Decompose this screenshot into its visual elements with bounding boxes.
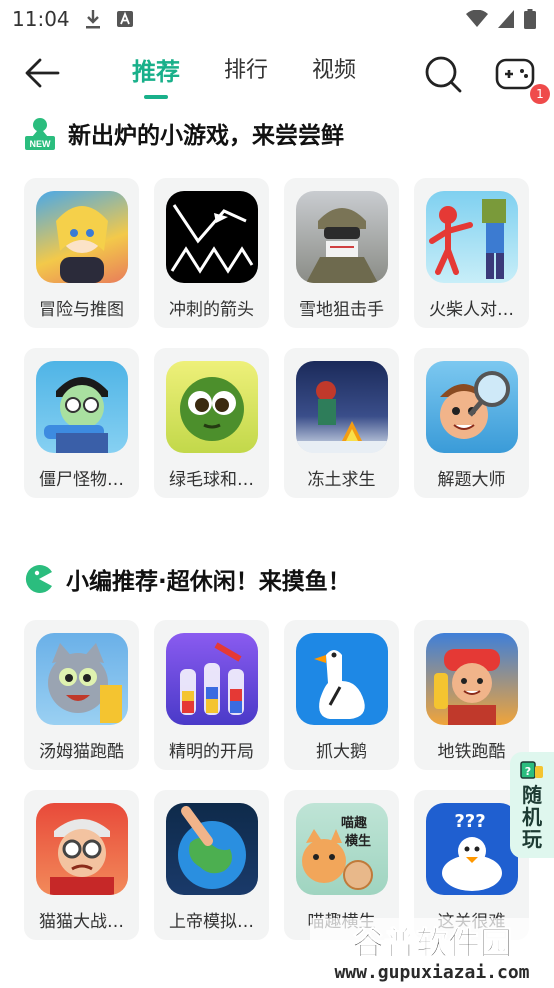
game-icon [165,803,258,895]
pacman-icon [25,565,52,593]
game-name: 冲刺的箭头 [169,300,254,320]
status-time: 11:04 [12,7,70,31]
game-icon [35,191,128,283]
game-card[interactable]: 僵尸怪物… [24,348,139,498]
game-card[interactable]: 上帝模拟… [154,790,269,940]
game-card[interactable]: 绿毛球和… [154,348,269,498]
new-badge-icon: NEW [25,118,55,150]
svg-text:???: ??? [454,811,485,832]
tab-recommend[interactable]: 推荐 [132,52,180,99]
game-card[interactable]: 火柴人对… [414,178,529,328]
random-dice-icon: ? [520,761,543,779]
back-arrow-icon [25,58,60,88]
game-card[interactable]: 冲刺的箭头 [154,178,269,328]
game-icon [295,633,388,725]
svg-text:横生: 横生 [344,833,370,849]
game-icon: 喵趣横生 [295,803,388,895]
game-name: 火柴人对… [429,300,514,320]
tab-ranking[interactable]: 排行 [224,52,268,99]
game-name: 上帝模拟… [169,912,254,932]
game-icon [35,803,128,895]
game-icon [295,191,388,283]
notification-badge: 1 [530,84,550,104]
game-card[interactable]: 冒险与推图 [24,178,139,328]
game-name: 抓大鹅 [316,742,367,762]
tab-bar: 推荐 排行 视频 [132,52,356,99]
random-play-label: 随机玩 [522,783,542,851]
status-bar: 11:04 [0,0,554,38]
new-badge-text: NEW [30,139,52,149]
watermark: 谷普软件园 www.gupuxiazai.com [310,918,554,984]
game-grid: 汤姆猫跑酷 精明的开局 抓大鹅 地铁跑酷 猫猫大战… 上帝模拟… 喵趣 横生 ?… [0,620,554,940]
section-title: 新出炉的小游戏，来尝尝鲜 [68,123,344,149]
game-card[interactable]: 解题大师 [414,348,529,498]
app-notification-icon [116,11,133,27]
section-editor-picks: 小编推荐·超休闲！来摸鱼！ 汤姆猫跑酷 精明的开局 抓大鹅 地铁跑酷 猫猫大战…… [0,556,554,940]
svg-text:喵趣: 喵趣 [340,815,367,831]
game-card[interactable]: 抓大鹅 [284,620,399,770]
download-icon [85,10,100,29]
section-title: 小编推荐·超休闲！来摸鱼！ [66,569,351,595]
game-icon: ??? [425,803,518,895]
tab-video[interactable]: 视频 [312,52,356,99]
game-name: 汤姆猫跑酷 [39,742,124,762]
game-icon [165,361,258,453]
section-new-games: NEW 新出炉的小游戏，来尝尝鲜 冒险与推图 冲刺的箭头 雪地狙击手 火柴人对…… [0,110,554,498]
game-icon [35,633,128,725]
battery-icon [524,9,536,29]
game-name: 雪地狙击手 [299,300,384,320]
watermark-title: 谷普软件园 [352,924,512,962]
game-icon [425,191,518,283]
wifi-icon [466,10,488,27]
watermark-url: www.gupuxiazai.com [334,962,529,983]
game-icon [35,361,128,453]
search-icon [425,56,462,93]
signal-icon [498,10,514,28]
game-card[interactable]: 雪地狙击手 [284,178,399,328]
random-play-button[interactable]: ? 随机玩 [510,752,554,858]
game-name: 冻土求生 [307,470,376,490]
game-card[interactable]: 地铁跑酷 [414,620,529,770]
game-icon [295,361,388,453]
section-header: 小编推荐·超休闲！来摸鱼！ [0,556,554,602]
game-icon [165,191,258,283]
game-card[interactable]: 猫猫大战… [24,790,139,940]
svg-text:?: ? [525,765,531,778]
game-name: 绿毛球和… [169,470,254,490]
game-card[interactable]: 精明的开局 [154,620,269,770]
top-nav: 推荐 排行 视频 1 [0,38,554,110]
game-name: 冒险与推图 [39,300,124,320]
search-button[interactable] [423,54,463,98]
game-icon [425,361,518,453]
back-button[interactable] [22,56,62,90]
game-name: 猫猫大战… [39,912,124,932]
game-icon [425,633,518,725]
game-icon [165,633,258,725]
game-grid: 冒险与推图 冲刺的箭头 雪地狙击手 火柴人对… 僵尸怪物… 绿毛球和… 冻土求生… [0,178,554,498]
game-name: 地铁跑酷 [437,742,506,762]
gamepad-icon [495,58,535,90]
section-header: NEW 新出炉的小游戏，来尝尝鲜 [0,110,554,156]
game-name: 精明的开局 [169,742,254,762]
game-name: 僵尸怪物… [39,470,124,490]
game-name: 解题大师 [437,470,506,490]
game-card[interactable]: 汤姆猫跑酷 [24,620,139,770]
game-card[interactable]: 冻土求生 [284,348,399,498]
